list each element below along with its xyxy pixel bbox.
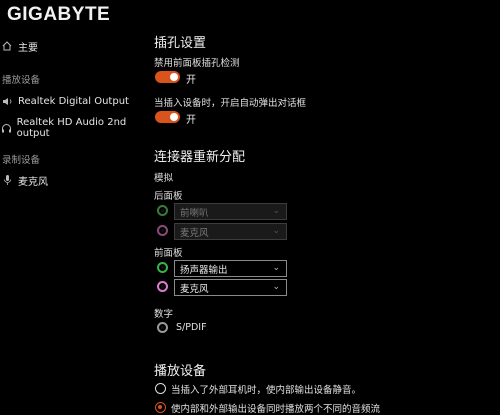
auto-popup-label: 当插入设备时，开启自动弹出对话框 — [154, 98, 307, 109]
sidebar-item-digital-output[interactable]: Realtek Digital Output — [0, 91, 129, 111]
front-panel-label: 前面板 — [154, 248, 183, 259]
rear-panel-label: 后面板 — [154, 191, 183, 202]
jack-settings-title: 插孔设置 — [154, 36, 207, 51]
sidebar-item-hd-audio-2nd[interactable]: Realtek HD Audio 2nd output — [0, 117, 148, 139]
disable-front-jack-state: 开 — [186, 75, 196, 86]
sidebar-item-label: Realtek HD Audio 2nd output — [16, 117, 127, 139]
front-jack-green-icon — [157, 262, 168, 273]
microphone-icon — [0, 174, 14, 186]
chevron-down-icon: ⌄ — [272, 263, 280, 273]
mute-internal-label: 当插入了外部耳机时，使内部输出设备静音。 — [171, 385, 362, 396]
sidebar-section-recording: 录制设备 — [2, 155, 41, 166]
sidebar: 主要 播放设备 Realtek Digital Output Realtek H… — [0, 0, 148, 407]
front-jack-pink-icon — [157, 281, 168, 292]
digital-label: 数字 — [154, 309, 174, 320]
analog-label: 模拟 — [154, 173, 174, 184]
sidebar-item-label: Realtek Digital Output — [18, 95, 129, 107]
chevron-down-icon: ⌄ — [272, 282, 280, 292]
rear-jack-pink-icon — [157, 225, 168, 236]
chevron-down-icon: ⌄ — [272, 226, 280, 236]
disable-front-jack-label: 禁用前面板插孔检测 — [154, 58, 240, 69]
dual-stream-label: 使内部和外部输出设备同时播放两个不同的音频流 — [171, 404, 381, 415]
select-value: 麦克风 — [180, 227, 209, 239]
disable-front-jack-toggle[interactable] — [155, 71, 180, 83]
connector-title: 连接器重新分配 — [154, 150, 246, 165]
sidebar-item-home[interactable]: 主要 — [0, 36, 38, 56]
auto-popup-toggle[interactable] — [155, 111, 180, 123]
sidebar-item-label: 主要 — [18, 42, 38, 54]
mute-internal-radio[interactable] — [155, 383, 166, 394]
main-panel: 插孔设置 禁用前面板插孔检测 开 当插入设备时，开启自动弹出对话框 开 连接器重… — [154, 0, 500, 415]
sidebar-item-label: 麦克风 — [18, 176, 48, 188]
sidebar-item-microphone[interactable]: 麦克风 — [0, 170, 48, 190]
spdif-jack-icon — [157, 322, 168, 333]
front-jack-1-select[interactable]: 扬声器输出 ⌄ — [174, 260, 287, 277]
dual-stream-radio[interactable] — [155, 402, 166, 413]
home-icon — [0, 41, 14, 51]
front-jack-2-select[interactable]: 麦克风 ⌄ — [174, 279, 287, 296]
rear-jack-2-select[interactable]: 麦克风 ⌄ — [174, 223, 287, 240]
select-value: 麦克风 — [180, 283, 209, 295]
rear-jack-green-icon — [157, 205, 168, 216]
select-value: 扬声器输出 — [180, 264, 228, 276]
sidebar-section-playback: 播放设备 — [2, 75, 41, 86]
speaker-icon — [0, 97, 14, 106]
playback-title: 播放设备 — [154, 364, 207, 379]
rear-jack-1-select[interactable]: 前喇叭 ⌄ — [174, 203, 287, 220]
spdif-label: S/PDIF — [176, 322, 207, 333]
auto-popup-state: 开 — [186, 115, 196, 126]
chevron-down-icon: ⌄ — [272, 206, 280, 216]
headphone-icon — [0, 123, 13, 134]
select-value: 前喇叭 — [180, 207, 209, 219]
